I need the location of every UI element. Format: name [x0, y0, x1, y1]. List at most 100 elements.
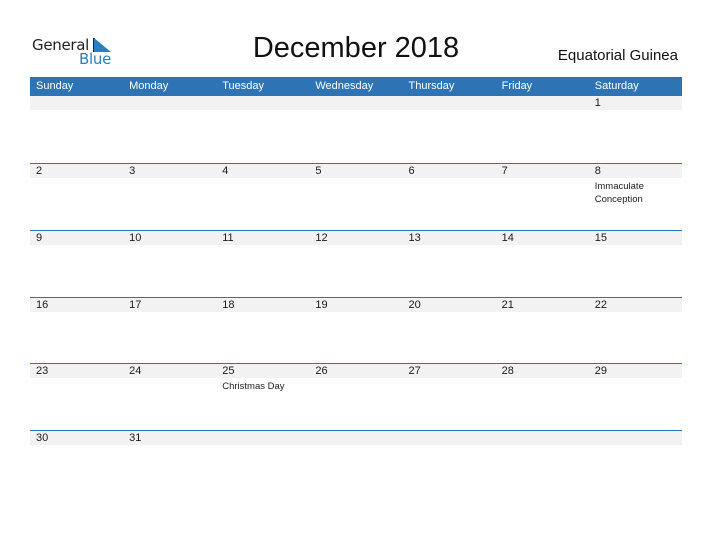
day-number — [216, 96, 310, 110]
day-cell: 11 — [216, 231, 310, 245]
day-cell: 22 — [588, 298, 682, 312]
weekday-thursday: Thursday — [408, 80, 455, 92]
day-number: 18 — [216, 298, 310, 312]
day-number: 2 — [30, 164, 124, 178]
day-cell: 12 — [309, 231, 403, 245]
day-cell: 13 — [402, 231, 496, 245]
day-cell: 16 — [30, 298, 124, 312]
day-number — [402, 96, 496, 110]
day-cell: 21 — [495, 298, 589, 312]
day-number: 27 — [402, 364, 496, 378]
day-number — [216, 431, 310, 445]
weekday-wednesday: Wednesday — [315, 80, 374, 92]
weekday-friday: Friday — [501, 80, 533, 92]
day-number: 3 — [123, 164, 217, 178]
day-cell: 3 — [123, 164, 217, 206]
day-number: 10 — [123, 231, 217, 245]
day-number: 8 — [588, 164, 682, 178]
day-cell: 10 — [123, 231, 217, 245]
week-row: 9 10 11 12 13 14 15 — [30, 230, 682, 245]
day-cell: 17 — [123, 298, 217, 312]
day-number: 14 — [495, 231, 589, 245]
holiday-label: Immaculate Conception — [594, 181, 644, 205]
day-number — [30, 96, 124, 110]
weekday-tuesday: Tuesday — [222, 80, 265, 92]
week-row: 2 3 4 5 6 7 8 Immaculate Conception — [30, 163, 682, 206]
day-number — [123, 96, 217, 110]
day-number: 31 — [123, 431, 217, 445]
day-number — [309, 431, 403, 445]
day-cell — [495, 431, 589, 445]
week-row: 16 17 18 19 20 21 22 — [30, 297, 682, 312]
day-number — [309, 96, 403, 110]
weekday-sunday: Sunday — [36, 80, 74, 92]
day-cell: 27 — [402, 364, 496, 393]
day-cell — [216, 96, 310, 110]
day-number — [495, 96, 589, 110]
day-number: 30 — [30, 431, 124, 445]
day-cell — [30, 96, 124, 110]
day-number: 7 — [495, 164, 589, 178]
day-cell — [402, 431, 496, 445]
day-cell: 28 — [495, 364, 589, 393]
holiday-label: Christmas Day — [222, 381, 285, 392]
day-cell — [123, 96, 217, 110]
day-number: 25 — [216, 364, 310, 378]
day-cell: 6 — [402, 164, 496, 206]
day-number: 20 — [402, 298, 496, 312]
day-number — [402, 431, 496, 445]
day-number: 1 — [588, 96, 682, 110]
day-cell — [495, 96, 589, 110]
day-cell: 1 — [588, 96, 682, 110]
day-cell: 4 — [216, 164, 310, 206]
day-number: 28 — [495, 364, 589, 378]
day-number: 22 — [588, 298, 682, 312]
day-number: 26 — [309, 364, 403, 378]
day-cell: 30 — [30, 431, 124, 445]
day-number: 29 — [588, 364, 682, 378]
day-cell: 2 — [30, 164, 124, 206]
day-number — [588, 431, 682, 445]
day-cell: 5 — [309, 164, 403, 206]
day-cell: 9 — [30, 231, 124, 245]
day-cell: 8 Immaculate Conception — [588, 164, 682, 206]
day-number: 24 — [123, 364, 217, 378]
weekday-saturday: Saturday — [594, 80, 639, 92]
day-cell — [309, 431, 403, 445]
weekday-monday: Monday — [129, 80, 169, 92]
country-name: Equatorial Guinea — [557, 47, 678, 64]
day-number: 17 — [123, 298, 217, 312]
day-number: 21 — [495, 298, 589, 312]
day-number: 16 — [30, 298, 124, 312]
day-number: 4 — [216, 164, 310, 178]
weekday-header: Sunday Monday Tuesday Wednesday Thursday… — [30, 77, 682, 96]
day-cell — [402, 96, 496, 110]
day-cell — [216, 431, 310, 445]
day-cell: 19 — [309, 298, 403, 312]
day-cell: 31 — [123, 431, 217, 445]
week-row: 30 31 — [30, 430, 682, 445]
day-number: 5 — [309, 164, 403, 178]
day-number: 6 — [402, 164, 496, 178]
day-cell: 25 Christmas Day — [216, 364, 310, 393]
day-cell: 15 — [588, 231, 682, 245]
day-number: 15 — [588, 231, 682, 245]
day-number: 9 — [30, 231, 124, 245]
day-number: 13 — [402, 231, 496, 245]
day-cell: 7 — [495, 164, 589, 206]
day-number — [495, 431, 589, 445]
day-number: 11 — [216, 231, 310, 245]
day-cell: 26 — [309, 364, 403, 393]
day-cell: 23 — [30, 364, 124, 393]
day-cell — [588, 431, 682, 445]
day-cell — [309, 96, 403, 110]
day-cell: 18 — [216, 298, 310, 312]
day-cell: 14 — [495, 231, 589, 245]
day-number: 23 — [30, 364, 124, 378]
week-row: 1 — [30, 96, 682, 110]
day-number: 12 — [309, 231, 403, 245]
day-cell: 29 — [588, 364, 682, 393]
day-cell: 20 — [402, 298, 496, 312]
day-cell: 24 — [123, 364, 217, 393]
week-row: 23 24 25 Christmas Day 26 27 28 29 — [30, 363, 682, 393]
